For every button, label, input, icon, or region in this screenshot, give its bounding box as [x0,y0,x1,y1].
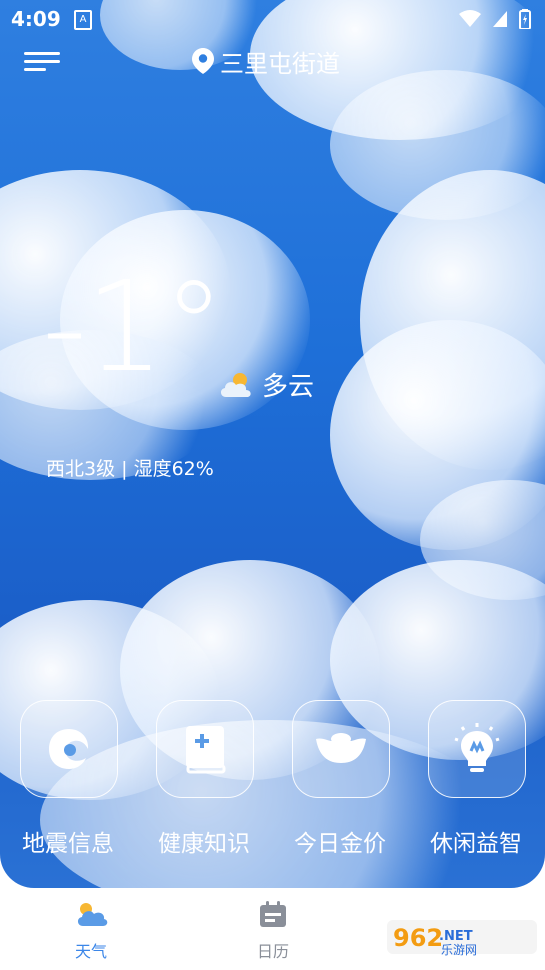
status-time: 4:09 [11,7,61,31]
location-name: 三里屯街道 [220,49,340,78]
location-pin-icon [192,48,214,74]
watermark-logo: 962 .NET 乐游网 [387,920,537,957]
earthquake-info-button[interactable] [20,700,118,798]
gold-price-label: 今日金价 [294,831,386,857]
weather-condition: 多云 [218,366,314,403]
sim-icon: A [74,10,92,30]
wind-humidity: 西北3级 | 湿度62% [46,458,214,480]
health-knowledge-button[interactable] [156,700,254,798]
status-icons [459,9,531,29]
earthquake-info-label: 地震信息 [22,831,114,857]
current-temperature: -1° [42,255,225,400]
menu-icon-line [24,60,60,63]
partly-cloudy-icon [220,372,251,397]
signal-icon [493,11,507,27]
status-bar: 4:09 A [0,0,545,38]
menu-icon-line [24,68,46,71]
tab-calendar-label: 日历 [256,942,289,961]
gold-price-button[interactable] [292,700,390,798]
lightbulb-icon [454,723,500,772]
weather-app-screen: 4:09 A 三里屯街道 -1° 多云 西北3级 | 湿度62% 地震信息 健康… [0,0,545,970]
gold-ingot-icon [316,733,366,763]
calendar-tab-icon [260,901,286,927]
svg-text:乐游网: 乐游网 [441,943,477,957]
svg-text:962: 962 [393,924,443,952]
wifi-icon [459,10,481,27]
bottom-navigation: 天气 日历 962 .NET 乐游网 [0,888,545,970]
svg-text:.NET: .NET [439,929,473,944]
battery-icon [519,9,531,29]
tab-weather[interactable]: 天气 [46,900,136,962]
health-knowledge-label: 健康知识 [158,831,250,857]
health-book-icon [186,726,226,774]
condition-text: 多云 [262,372,315,402]
cyclone-icon [49,729,89,769]
weather-tab-icon [77,903,108,926]
menu-icon [24,52,60,55]
tab-weather-label: 天气 [74,942,107,961]
leisure-puzzle-button[interactable] [428,700,526,798]
menu-button[interactable] [24,48,64,74]
location-selector[interactable]: 三里屯街道 [192,44,340,78]
feature-grid: 地震信息 健康知识 今日金价 休闲益智 [0,700,545,860]
tab-calendar[interactable]: 日历 [228,900,318,962]
leisure-puzzle-label: 休闲益智 [430,831,522,857]
